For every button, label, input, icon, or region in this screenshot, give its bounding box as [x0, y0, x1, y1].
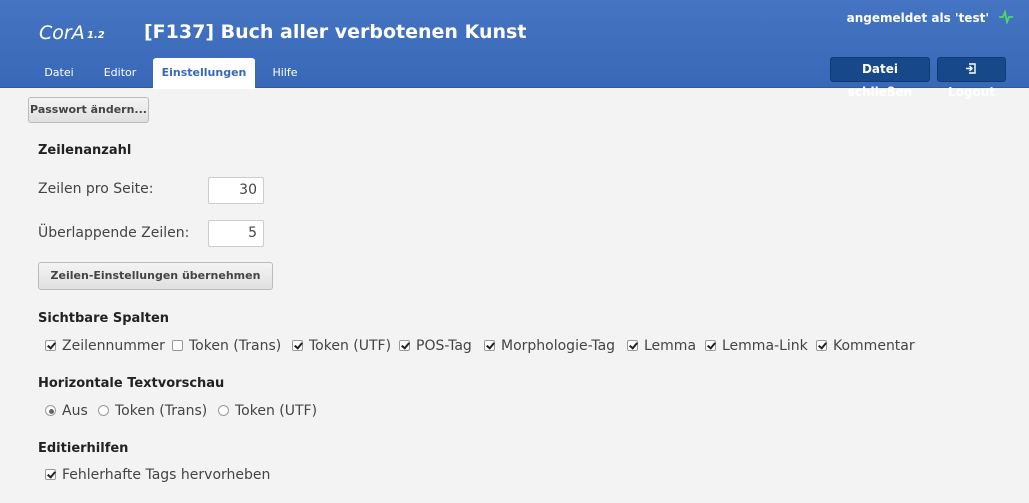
tab-einstellungen[interactable]: Einstellungen — [153, 58, 255, 89]
radio-selected[interactable] — [45, 405, 56, 416]
column-option[interactable]: Morphologie-Tag — [484, 338, 615, 354]
checkbox-checked[interactable] — [816, 340, 827, 351]
close-file-button[interactable]: Datei schließen — [830, 57, 930, 99]
preview-label: Aus — [62, 403, 88, 419]
helper-label: Fehlerhafte Tags hervorheben — [62, 467, 271, 483]
checkbox-checked[interactable] — [484, 340, 495, 351]
helpers-section-title: Editierhilfen — [38, 441, 129, 456]
column-option[interactable]: Zeilennummer — [45, 338, 165, 354]
radio-unselected[interactable] — [98, 405, 109, 416]
column-label: Lemma-Link — [722, 338, 808, 354]
app-logo: CorA — [39, 22, 85, 44]
checkbox-checked[interactable] — [399, 340, 410, 351]
checkbox-checked[interactable] — [45, 340, 56, 351]
tab-datei[interactable]: Datei — [30, 58, 88, 88]
column-label: Kommentar — [833, 338, 915, 354]
preview-option[interactable]: Token (Trans) — [98, 403, 207, 419]
checkbox-unchecked[interactable] — [172, 340, 183, 351]
logout-icon — [966, 63, 976, 74]
column-label: Lemma — [644, 338, 697, 354]
column-option[interactable]: POS-Tag — [399, 338, 472, 354]
column-label: Token (UTF) — [309, 338, 392, 354]
document-title: [F137] Buch aller verbotenen Kunst — [144, 21, 527, 43]
overlap-lines-input[interactable]: 5 — [208, 220, 264, 247]
column-option[interactable]: Token (Trans) — [172, 338, 281, 354]
checkbox-checked[interactable] — [627, 340, 638, 351]
user-status: angemeldet als 'test' — [846, 11, 989, 25]
tab-hilfe[interactable]: Hilfe — [258, 58, 312, 88]
pulse-icon — [999, 10, 1013, 24]
column-option[interactable]: Token (UTF) — [292, 338, 391, 354]
column-label: POS-Tag — [416, 338, 472, 354]
checkbox-checked[interactable] — [292, 340, 303, 351]
app-header: CorA 1.2 [F137] Buch aller verbotenen Ku… — [0, 0, 1029, 99]
column-option[interactable]: Lemma — [627, 338, 696, 354]
preview-section-title: Horizontale Textvorschau — [38, 376, 225, 391]
radio-unselected[interactable] — [218, 405, 229, 416]
preview-option[interactable]: Aus — [45, 403, 88, 419]
lines-section-title: Zeilenanzahl — [38, 143, 132, 158]
preview-option[interactable]: Token (UTF) — [218, 403, 317, 419]
logout-label: Logout — [947, 85, 995, 99]
helper-option[interactable]: Fehlerhafte Tags hervorheben — [45, 467, 270, 483]
logout-button[interactable]: Logout — [937, 57, 1006, 99]
lines-per-page-input[interactable]: 30 — [208, 177, 264, 204]
column-label: Morphologie-Tag — [501, 338, 616, 354]
tab-editor[interactable]: Editor — [90, 58, 150, 88]
checkbox-checked[interactable] — [45, 469, 56, 480]
checkbox-checked[interactable] — [705, 340, 716, 351]
close-file-label: Datei schließen — [847, 62, 913, 99]
apply-lines-button[interactable]: Zeilen-Einstellungen übernehmen — [38, 262, 273, 290]
column-label: Token (Trans) — [189, 338, 282, 354]
overlap-lines-label: Überlappende Zeilen: — [38, 225, 190, 241]
columns-section-title: Sichtbare Spalten — [38, 311, 170, 326]
lines-per-page-label: Zeilen pro Seite: — [38, 181, 154, 197]
preview-label: Token (Trans) — [115, 403, 208, 419]
preview-label: Token (UTF) — [235, 403, 318, 419]
column-option[interactable]: Kommentar — [816, 338, 915, 354]
app-version: 1.2 — [87, 30, 105, 41]
change-password-button[interactable]: Passwort ändern... — [28, 97, 149, 123]
column-option[interactable]: Lemma-Link — [705, 338, 808, 354]
column-label: Zeilennummer — [62, 338, 165, 354]
